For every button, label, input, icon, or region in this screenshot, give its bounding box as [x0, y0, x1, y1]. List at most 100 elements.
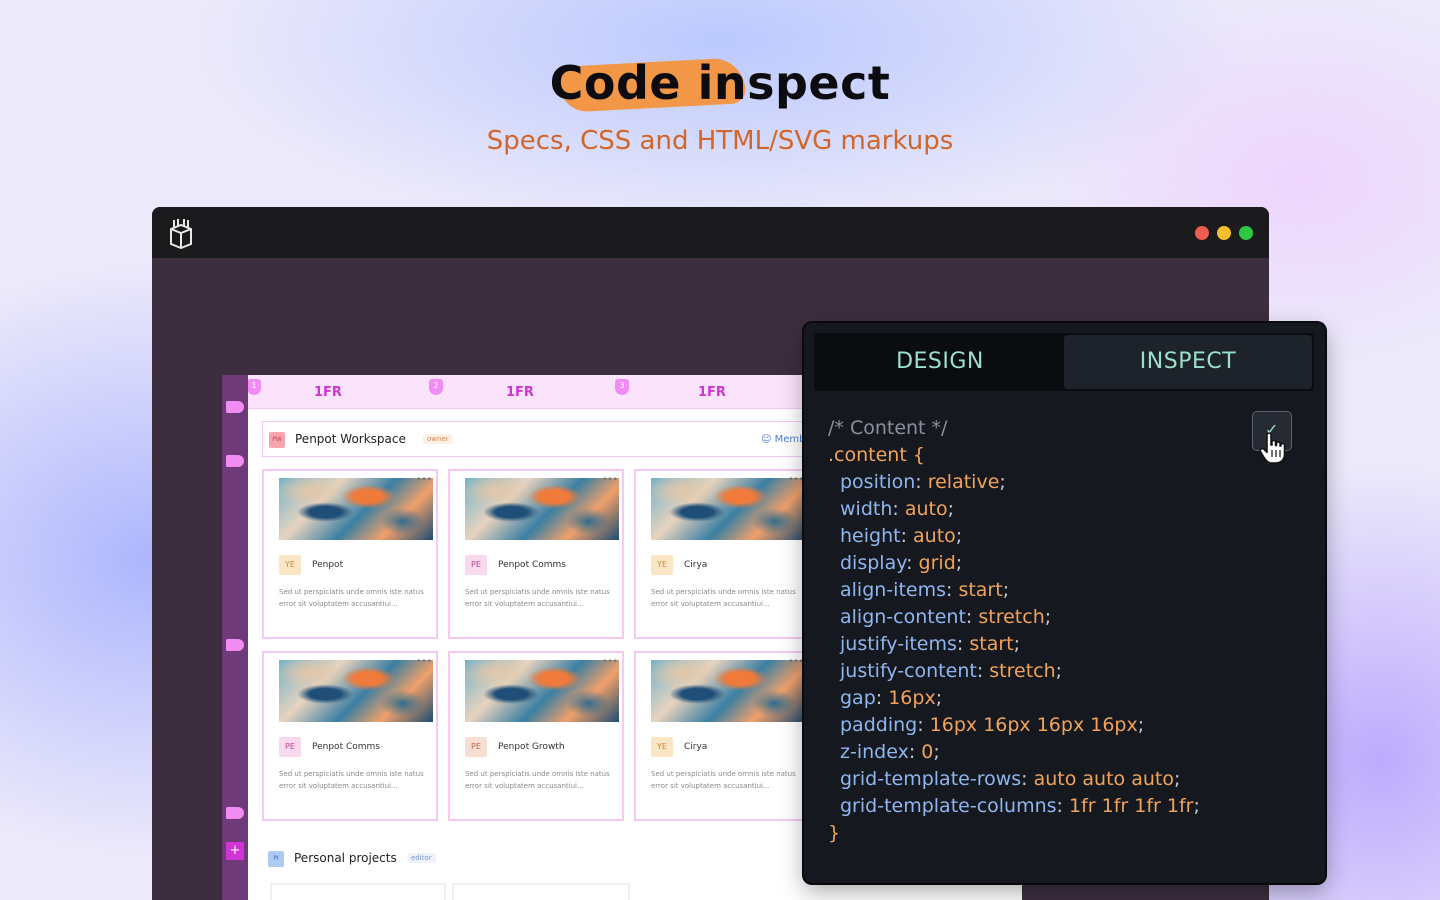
css-value: 16px	[888, 687, 936, 709]
row-pin[interactable]	[226, 807, 244, 819]
css-property: z-index	[840, 741, 909, 763]
personal-avatar: PI	[268, 851, 284, 867]
row-pin[interactable]	[226, 639, 244, 651]
project-card[interactable]: ••• PE Penpot Comms Sed ut perspiciatis …	[262, 651, 438, 821]
grid-row-guides: +	[222, 375, 248, 900]
code-declaration: align-items: start;	[840, 579, 1010, 601]
penpot-cube-icon	[170, 219, 192, 249]
more-options-icon[interactable]: •••	[788, 657, 804, 667]
close-window-button[interactable]	[1195, 226, 1209, 240]
row-pin[interactable]	[226, 455, 244, 467]
project-title: Penpot	[312, 560, 344, 570]
hero: Code inspect	[0, 56, 1440, 113]
column-size-label[interactable]: 1FR	[314, 385, 342, 400]
css-value: start	[969, 633, 1014, 655]
column-size-label[interactable]: 1FR	[698, 385, 726, 400]
project-card[interactable]	[452, 883, 630, 900]
project-title: Cirya	[684, 742, 708, 752]
project-avatar: YE	[651, 737, 673, 757]
project-card[interactable]	[270, 883, 446, 900]
css-property: position	[840, 471, 916, 493]
code-comment: /* Content */	[828, 417, 948, 439]
inspect-panel: DESIGN INSPECT /* Content */ .content { …	[804, 323, 1325, 883]
css-property: justify-content	[840, 660, 977, 682]
css-code-block: /* Content */ .content { position: relat…	[828, 415, 1248, 847]
column-pin[interactable]: 2	[429, 379, 443, 395]
code-declaration: position: relative;	[840, 471, 1006, 493]
code-declaration: gap: 16px;	[840, 687, 943, 709]
project-avatar: YE	[279, 555, 301, 575]
workspace-avatar: PW	[269, 432, 285, 448]
more-options-icon[interactable]: •••	[416, 475, 432, 485]
project-thumbnail	[279, 478, 433, 540]
code-declaration: align-content: stretch;	[840, 606, 1052, 628]
more-options-icon[interactable]: •••	[416, 657, 432, 667]
css-property: display	[840, 552, 907, 574]
css-value: stretch	[989, 660, 1056, 682]
personal-projects-title: Personal projects	[294, 851, 397, 865]
project-card[interactable]: ••• PE Penpot Growth Sed ut perspiciatis…	[448, 651, 624, 821]
project-card[interactable]: ••• YE Cirya Sed ut perspiciatis unde om…	[634, 651, 810, 821]
code-selector: .content {	[828, 444, 925, 466]
project-description: Sed ut perspiciatis unde omnis iste natu…	[279, 588, 424, 608]
project-thumbnail	[651, 478, 805, 540]
code-declaration: grid-template-columns: 1fr 1fr 1fr 1fr;	[840, 795, 1200, 817]
window-titlebar	[152, 207, 1269, 258]
css-value: start	[958, 579, 1003, 601]
project-thumbnail	[465, 660, 619, 722]
project-thumbnail	[465, 478, 619, 540]
css-property: padding	[840, 714, 918, 736]
css-value: 16px 16px 16px 16px	[929, 714, 1138, 736]
css-property: grid-template-rows	[840, 768, 1022, 790]
project-title: Penpot Growth	[498, 742, 565, 752]
code-declaration: justify-items: start;	[840, 633, 1021, 655]
more-options-icon[interactable]: •••	[602, 657, 618, 667]
css-value: 0	[921, 741, 934, 763]
project-title: Cirya	[684, 560, 708, 570]
project-card[interactable]: ••• YE Cirya Sed ut perspiciatis unde om…	[634, 469, 810, 639]
more-options-icon[interactable]: •••	[602, 475, 618, 485]
project-thumbnail	[651, 660, 805, 722]
project-title: Penpot Comms	[312, 742, 380, 752]
code-declaration: grid-template-rows: auto auto auto;	[840, 768, 1181, 790]
members-button[interactable]: ☺ Memb	[761, 434, 805, 445]
css-property: height	[840, 525, 901, 547]
css-value: 1fr 1fr 1fr 1fr	[1069, 795, 1194, 817]
css-value: relative	[927, 471, 1000, 493]
column-pin[interactable]: 3	[615, 379, 629, 395]
role-badge: editor	[407, 853, 436, 863]
window-controls	[1195, 226, 1253, 240]
tab-inspect[interactable]: INSPECT	[1064, 335, 1312, 389]
project-description: Sed ut perspiciatis unde omnis iste natu…	[465, 588, 610, 608]
css-value: auto	[913, 525, 956, 547]
project-card[interactable]: ••• PE Penpot Comms Sed ut perspiciatis …	[448, 469, 624, 639]
project-avatar: PE	[465, 555, 487, 575]
project-description: Sed ut perspiciatis unde omnis iste natu…	[465, 770, 610, 790]
workspace-name: Penpot Workspace	[295, 432, 406, 446]
css-property: width	[840, 498, 893, 520]
project-card[interactable]: ••• YE Penpot Sed ut perspiciatis unde o…	[262, 469, 438, 639]
project-description: Sed ut perspiciatis unde omnis iste natu…	[651, 770, 796, 790]
tab-design[interactable]: DESIGN	[816, 335, 1064, 389]
css-property: justify-items	[840, 633, 957, 655]
column-pin[interactable]: 1	[247, 379, 261, 395]
css-value: grid	[918, 552, 956, 574]
project-avatar: PE	[279, 737, 301, 757]
members-label: Memb	[774, 434, 806, 445]
maximize-window-button[interactable]	[1239, 226, 1253, 240]
add-row-button[interactable]: +	[226, 842, 244, 860]
minimize-window-button[interactable]	[1217, 226, 1231, 240]
code-declaration: width: auto;	[840, 498, 954, 520]
css-value: auto auto auto	[1033, 768, 1174, 790]
css-property: gap	[840, 687, 876, 709]
more-options-icon[interactable]: •••	[788, 475, 804, 485]
column-size-label[interactable]: 1FR	[506, 385, 534, 400]
css-property: align-items	[840, 579, 946, 601]
project-avatar: PE	[465, 737, 487, 757]
project-title: Penpot Comms	[498, 560, 566, 570]
project-description: Sed ut perspiciatis unde omnis iste natu…	[279, 770, 424, 790]
hero-subtitle: Specs, CSS and HTML/SVG markups	[486, 126, 954, 156]
row-pin[interactable]	[226, 401, 244, 413]
css-value: stretch	[978, 606, 1045, 628]
code-declaration: display: grid;	[840, 552, 963, 574]
